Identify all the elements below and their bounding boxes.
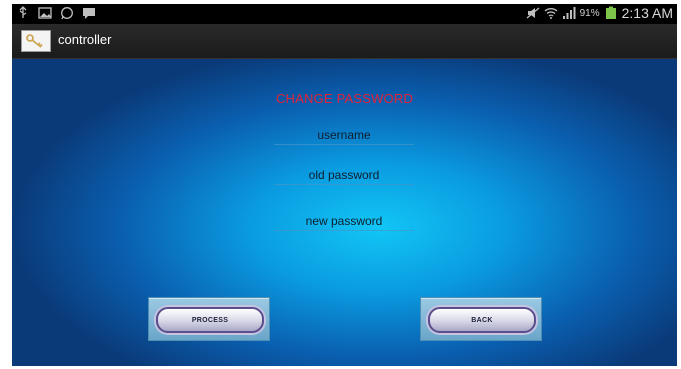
- mute-icon: [526, 7, 540, 19]
- app-icon[interactable]: [21, 30, 51, 52]
- username-field[interactable]: username: [274, 128, 414, 145]
- system-indicators: 91% 2:13 AM: [526, 5, 673, 21]
- process-button-frame: PROCESS: [148, 297, 270, 341]
- status-bar: 91% 2:13 AM: [12, 4, 677, 24]
- device-screen: 91% 2:13 AM controller CHANGE PASSWORD u…: [12, 4, 677, 366]
- wifi-icon: [544, 8, 558, 19]
- back-button[interactable]: BACK: [428, 307, 536, 333]
- new-password-field[interactable]: new password: [274, 214, 414, 231]
- whatsapp-icon: [61, 7, 73, 20]
- image-icon: [38, 7, 52, 19]
- battery-percent: 91%: [579, 7, 600, 19]
- back-button-frame: BACK: [420, 297, 542, 341]
- process-button[interactable]: PROCESS: [156, 307, 264, 333]
- key-icon: [26, 34, 43, 48]
- old-password-field[interactable]: old password: [274, 168, 414, 185]
- app-title: controller: [58, 32, 112, 47]
- change-password-screen: CHANGE PASSWORD username old password ne…: [12, 59, 677, 366]
- notification-icons: [16, 6, 96, 20]
- battery-icon: [605, 6, 616, 19]
- chat-icon: [83, 8, 95, 19]
- page-title: CHANGE PASSWORD: [275, 91, 414, 106]
- signal-icon: [562, 7, 576, 19]
- usb-icon: [19, 6, 27, 18]
- action-bar: controller: [12, 24, 677, 59]
- clock: 2:13 AM: [621, 5, 673, 21]
